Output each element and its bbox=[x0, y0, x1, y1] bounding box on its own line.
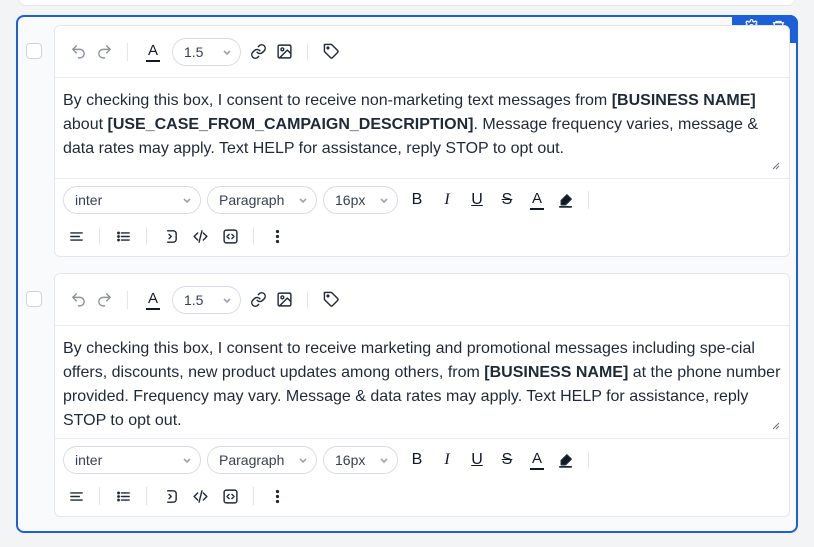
bullet-list-icon[interactable] bbox=[110, 483, 136, 509]
divider bbox=[253, 227, 254, 245]
highlighter-icon[interactable] bbox=[552, 447, 578, 473]
font-color-button[interactable]: A bbox=[522, 447, 552, 473]
undo-icon[interactable] bbox=[65, 287, 91, 313]
font-size-select[interactable]: 16px bbox=[323, 186, 398, 214]
strikethrough-button[interactable]: S bbox=[492, 187, 522, 213]
placeholder-token: [USE_CASE_FROM_CAMPAIGN_DESCRIPTION] bbox=[107, 116, 474, 133]
rich-text-editor[interactable]: A 1.5 By checking this box, I consent to… bbox=[54, 273, 790, 517]
line-height-select[interactable]: 1.5 bbox=[172, 285, 241, 314]
placeholder-token: [BUSINESS NAME] bbox=[484, 364, 629, 381]
code-block-icon[interactable] bbox=[217, 223, 243, 249]
code-block-icon[interactable] bbox=[217, 483, 243, 509]
image-icon[interactable] bbox=[271, 287, 297, 313]
divider bbox=[588, 191, 589, 209]
line-height-select[interactable]: 1.5 bbox=[172, 37, 241, 66]
block-type-select[interactable]: Paragraph bbox=[207, 446, 317, 474]
chevron-down-icon bbox=[223, 297, 231, 303]
format-toolbar: inter Paragraph 16px B I U S A bbox=[55, 438, 789, 513]
font-size-select[interactable]: 16px bbox=[323, 446, 398, 474]
divider bbox=[127, 42, 128, 61]
row-checkbox[interactable] bbox=[26, 43, 42, 59]
divider bbox=[307, 42, 308, 61]
placeholder-token: [BUSINESS NAME] bbox=[611, 92, 756, 109]
text-segment: By checking this box, I consent to recei… bbox=[63, 92, 612, 109]
bold-button[interactable]: B bbox=[402, 187, 432, 213]
editor-text: By checking this box, I consent to recei… bbox=[63, 337, 781, 433]
divider bbox=[146, 227, 147, 245]
link-icon[interactable] bbox=[245, 39, 271, 65]
tag-icon[interactable] bbox=[318, 287, 344, 313]
text-color-button[interactable]: A bbox=[138, 287, 168, 313]
more-options-icon[interactable] bbox=[264, 223, 290, 249]
row-checkbox[interactable] bbox=[26, 291, 42, 307]
tag-icon[interactable] bbox=[318, 39, 344, 65]
indent-icon[interactable] bbox=[157, 223, 183, 249]
redo-icon[interactable] bbox=[91, 39, 117, 65]
rich-text-editor[interactable]: A 1.5 By checking this box, I consent to… bbox=[54, 25, 790, 257]
resize-handle[interactable] bbox=[772, 422, 780, 430]
font-family-select[interactable]: inter bbox=[63, 446, 201, 474]
resize-handle[interactable] bbox=[772, 162, 780, 170]
chevron-down-icon bbox=[299, 458, 307, 464]
undo-icon[interactable] bbox=[65, 39, 91, 65]
align-left-icon[interactable] bbox=[63, 483, 89, 509]
chevron-down-icon bbox=[380, 198, 388, 204]
top-toolbar: A 1.5 bbox=[55, 274, 789, 326]
divider bbox=[307, 290, 308, 309]
divider bbox=[99, 487, 100, 505]
strikethrough-button[interactable]: S bbox=[492, 447, 522, 473]
redo-icon[interactable] bbox=[91, 287, 117, 313]
link-icon[interactable] bbox=[245, 287, 271, 313]
divider bbox=[253, 487, 254, 505]
code-icon[interactable] bbox=[187, 223, 213, 249]
font-color-button[interactable]: A bbox=[522, 187, 552, 213]
editor-content[interactable]: By checking this box, I consent to recei… bbox=[55, 326, 789, 438]
block-type-select[interactable]: Paragraph bbox=[207, 186, 317, 214]
editor-text: By checking this box, I consent to recei… bbox=[63, 89, 781, 161]
chevron-down-icon bbox=[183, 198, 191, 204]
previous-card bbox=[18, 0, 796, 6]
align-left-icon[interactable] bbox=[63, 223, 89, 249]
bullet-list-icon[interactable] bbox=[110, 223, 136, 249]
consent-block[interactable]: A 1.5 By checking this box, I consent to… bbox=[16, 15, 798, 533]
highlighter-icon[interactable] bbox=[552, 187, 578, 213]
more-options-icon[interactable] bbox=[264, 483, 290, 509]
font-family-select[interactable]: inter bbox=[63, 186, 201, 214]
code-icon[interactable] bbox=[187, 483, 213, 509]
editor-content[interactable]: By checking this box, I consent to recei… bbox=[55, 78, 789, 178]
divider bbox=[146, 487, 147, 505]
chevron-down-icon bbox=[183, 458, 191, 464]
top-toolbar: A 1.5 bbox=[55, 26, 789, 78]
chevron-down-icon bbox=[223, 49, 231, 55]
divider bbox=[588, 451, 589, 469]
divider bbox=[99, 227, 100, 245]
underline-button[interactable]: U bbox=[462, 187, 492, 213]
indent-icon[interactable] bbox=[157, 483, 183, 509]
format-toolbar: inter Paragraph 16px B I U S A bbox=[55, 178, 789, 253]
image-icon[interactable] bbox=[271, 39, 297, 65]
text-segment: about bbox=[63, 116, 108, 133]
underline-button[interactable]: U bbox=[462, 447, 492, 473]
text-color-button[interactable]: A bbox=[138, 39, 168, 65]
chevron-down-icon bbox=[380, 458, 388, 464]
bold-button[interactable]: B bbox=[402, 447, 432, 473]
italic-button[interactable]: I bbox=[432, 447, 462, 473]
divider bbox=[127, 290, 128, 309]
chevron-down-icon bbox=[299, 198, 307, 204]
italic-button[interactable]: I bbox=[432, 187, 462, 213]
